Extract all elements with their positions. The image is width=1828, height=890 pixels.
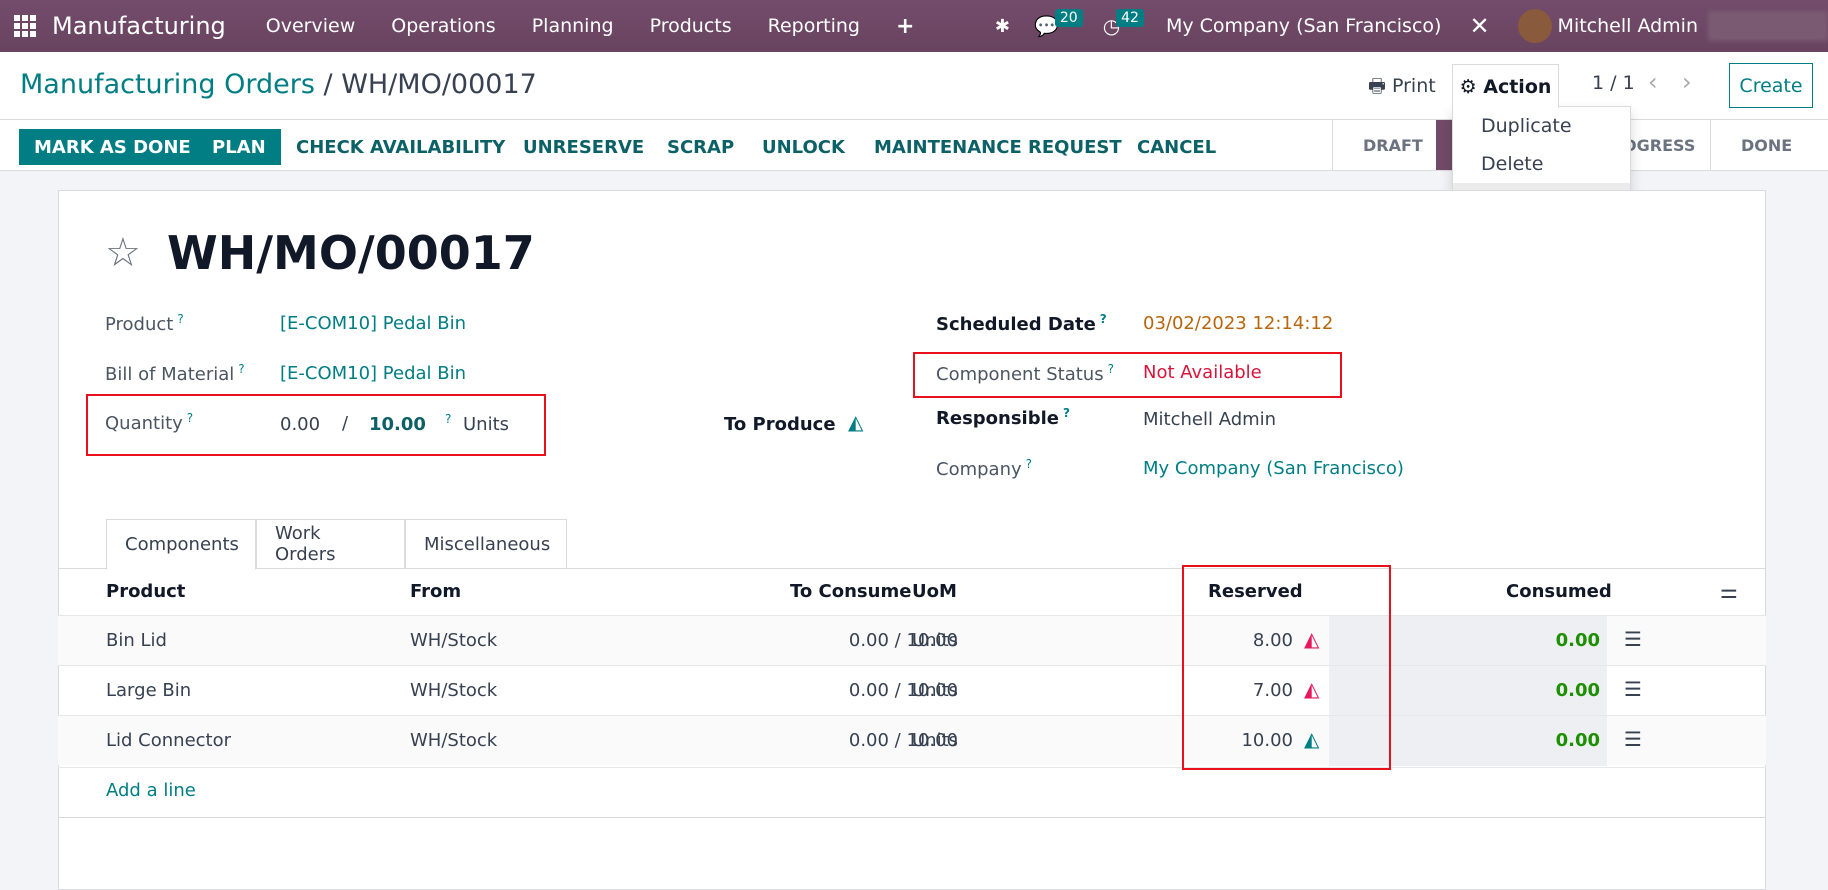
row-product: Large Bin	[106, 680, 192, 701]
mark-as-done-button[interactable]: MARK AS DONE	[19, 129, 206, 165]
table-row[interactable]: Large Bin WH/Stock 0.00 / 10.00 Units 7.…	[58, 665, 1766, 716]
company-switcher[interactable]: My Company (San Francisco)	[1166, 15, 1441, 37]
menu-products[interactable]: Products	[650, 15, 732, 37]
scheduled-date-value[interactable]: 03/02/2023 12:14:12	[1143, 313, 1333, 334]
responsible-value[interactable]: Mitchell Admin	[1143, 409, 1276, 430]
menu-reporting[interactable]: Reporting	[768, 15, 860, 37]
print-button[interactable]: 🖶 Print	[1368, 72, 1436, 104]
column-settings-icon[interactable]: ⚌	[1720, 579, 1738, 603]
blurred-area	[1708, 11, 1828, 41]
print-label: Print	[1391, 75, 1436, 97]
tab-components[interactable]: Components	[106, 519, 256, 570]
footer-divider	[58, 817, 1766, 818]
breadcrumb-current: WH/MO/00017	[341, 69, 537, 100]
col-product[interactable]: Product	[106, 581, 185, 602]
plan-button[interactable]: PLAN	[197, 129, 281, 165]
highlight-quantity	[86, 394, 546, 456]
tab-miscellaneous[interactable]: Miscellaneous	[405, 519, 567, 569]
company-label: Company?	[936, 457, 1033, 480]
menu-planning[interactable]: Planning	[532, 15, 614, 37]
avatar[interactable]	[1517, 9, 1552, 43]
product-label: Product?	[105, 312, 184, 335]
row-consumed[interactable]: 0.00	[1556, 630, 1600, 651]
star-icon[interactable]: ☆	[105, 230, 141, 276]
col-to-consume[interactable]: To Consume	[790, 581, 911, 602]
responsible-label: Responsible?	[936, 406, 1070, 429]
table-end-divider	[58, 767, 1766, 768]
add-line-link[interactable]: Add a line	[106, 780, 196, 801]
col-uom[interactable]: UoM	[912, 581, 957, 602]
list-detail-icon[interactable]: ☰	[1624, 677, 1642, 701]
row-consumed[interactable]: 0.00	[1556, 680, 1600, 701]
scheduled-date-label: Scheduled Date?	[936, 312, 1107, 335]
forecast-chart-icon[interactable]: ◭	[848, 410, 863, 434]
app-name[interactable]: Manufacturing	[52, 12, 226, 40]
breadcrumb-separator: /	[323, 69, 333, 100]
breadcrumb-parent[interactable]: Manufacturing Orders	[20, 69, 315, 100]
action-label: Action	[1483, 75, 1552, 98]
chevron-right-icon[interactable]: ›	[1682, 68, 1692, 96]
activities-badge: 42	[1116, 9, 1144, 27]
col-consumed[interactable]: Consumed	[1506, 581, 1612, 602]
cancel-button[interactable]: CANCEL	[1122, 129, 1231, 165]
menu-item-duplicate[interactable]: Duplicate	[1453, 107, 1630, 145]
apps-menu-icon[interactable]	[14, 15, 36, 37]
product-value[interactable]: [E-COM10] Pedal Bin	[280, 313, 466, 334]
highlight-component-status	[913, 352, 1342, 398]
scrap-button[interactable]: SCRAP	[652, 129, 749, 165]
row-from: WH/Stock	[410, 630, 498, 651]
unreserve-button[interactable]: UNRESERVE	[508, 129, 659, 165]
chevron-left-icon[interactable]: ‹	[1648, 68, 1658, 96]
row-consumed[interactable]: 0.00	[1556, 730, 1600, 751]
row-uom: Units	[912, 630, 959, 651]
table-row[interactable]: Bin Lid WH/Stock 0.00 / 10.00 Units 8.00…	[58, 615, 1766, 666]
list-detail-icon[interactable]: ☰	[1624, 627, 1642, 651]
tab-work-orders[interactable]: Work Orders	[256, 519, 405, 569]
menu-overview[interactable]: Overview	[266, 15, 355, 37]
top-navbar: Manufacturing Overview Operations Planni…	[0, 0, 1828, 52]
row-uom: Units	[912, 680, 959, 701]
status-draft[interactable]: DRAFT	[1332, 120, 1436, 170]
list-detail-icon[interactable]: ☰	[1624, 727, 1642, 751]
record-title: WH/MO/00017	[167, 226, 535, 280]
check-availability-button[interactable]: CHECK AVAILABILITY	[281, 129, 520, 165]
bug-icon[interactable]: ✱	[995, 16, 1010, 37]
menu-operations[interactable]: Operations	[391, 15, 495, 37]
row-product: Bin Lid	[106, 630, 167, 651]
row-uom: Units	[912, 730, 959, 751]
table-row[interactable]: Lid Connector WH/Stock 0.00 / 10.00 Unit…	[58, 715, 1766, 766]
unlock-button[interactable]: UNLOCK	[747, 129, 860, 165]
tools-icon[interactable]: ✕	[1469, 12, 1489, 40]
create-button[interactable]: Create	[1729, 63, 1813, 108]
row-product: Lid Connector	[106, 730, 232, 751]
bom-label: Bill of Material?	[105, 362, 245, 385]
action-button[interactable]: ⚙ Action	[1452, 64, 1559, 108]
company-value[interactable]: My Company (San Francisco)	[1143, 458, 1404, 479]
col-from[interactable]: From	[410, 581, 461, 602]
to-produce-label: To Produce	[724, 414, 836, 435]
row-from: WH/Stock	[410, 730, 498, 751]
plus-icon[interactable]: +	[896, 14, 914, 39]
breadcrumb: Manufacturing Orders / WH/MO/00017	[20, 69, 537, 100]
menu-item-delete[interactable]: Delete	[1453, 145, 1630, 183]
maintenance-request-button[interactable]: MAINTENANCE REQUEST	[859, 129, 1137, 165]
row-from: WH/Stock	[410, 680, 498, 701]
highlight-reserved	[1182, 565, 1391, 770]
messages-badge: 20	[1054, 9, 1083, 27]
printer-icon: 🖶	[1368, 75, 1386, 97]
user-name[interactable]: Mitchell Admin	[1558, 15, 1698, 37]
bom-value[interactable]: [E-COM10] Pedal Bin	[280, 363, 466, 384]
gear-icon: ⚙	[1459, 75, 1477, 98]
status-done[interactable]: DONE	[1710, 120, 1828, 170]
pager-value[interactable]: 1 / 1	[1592, 72, 1635, 94]
